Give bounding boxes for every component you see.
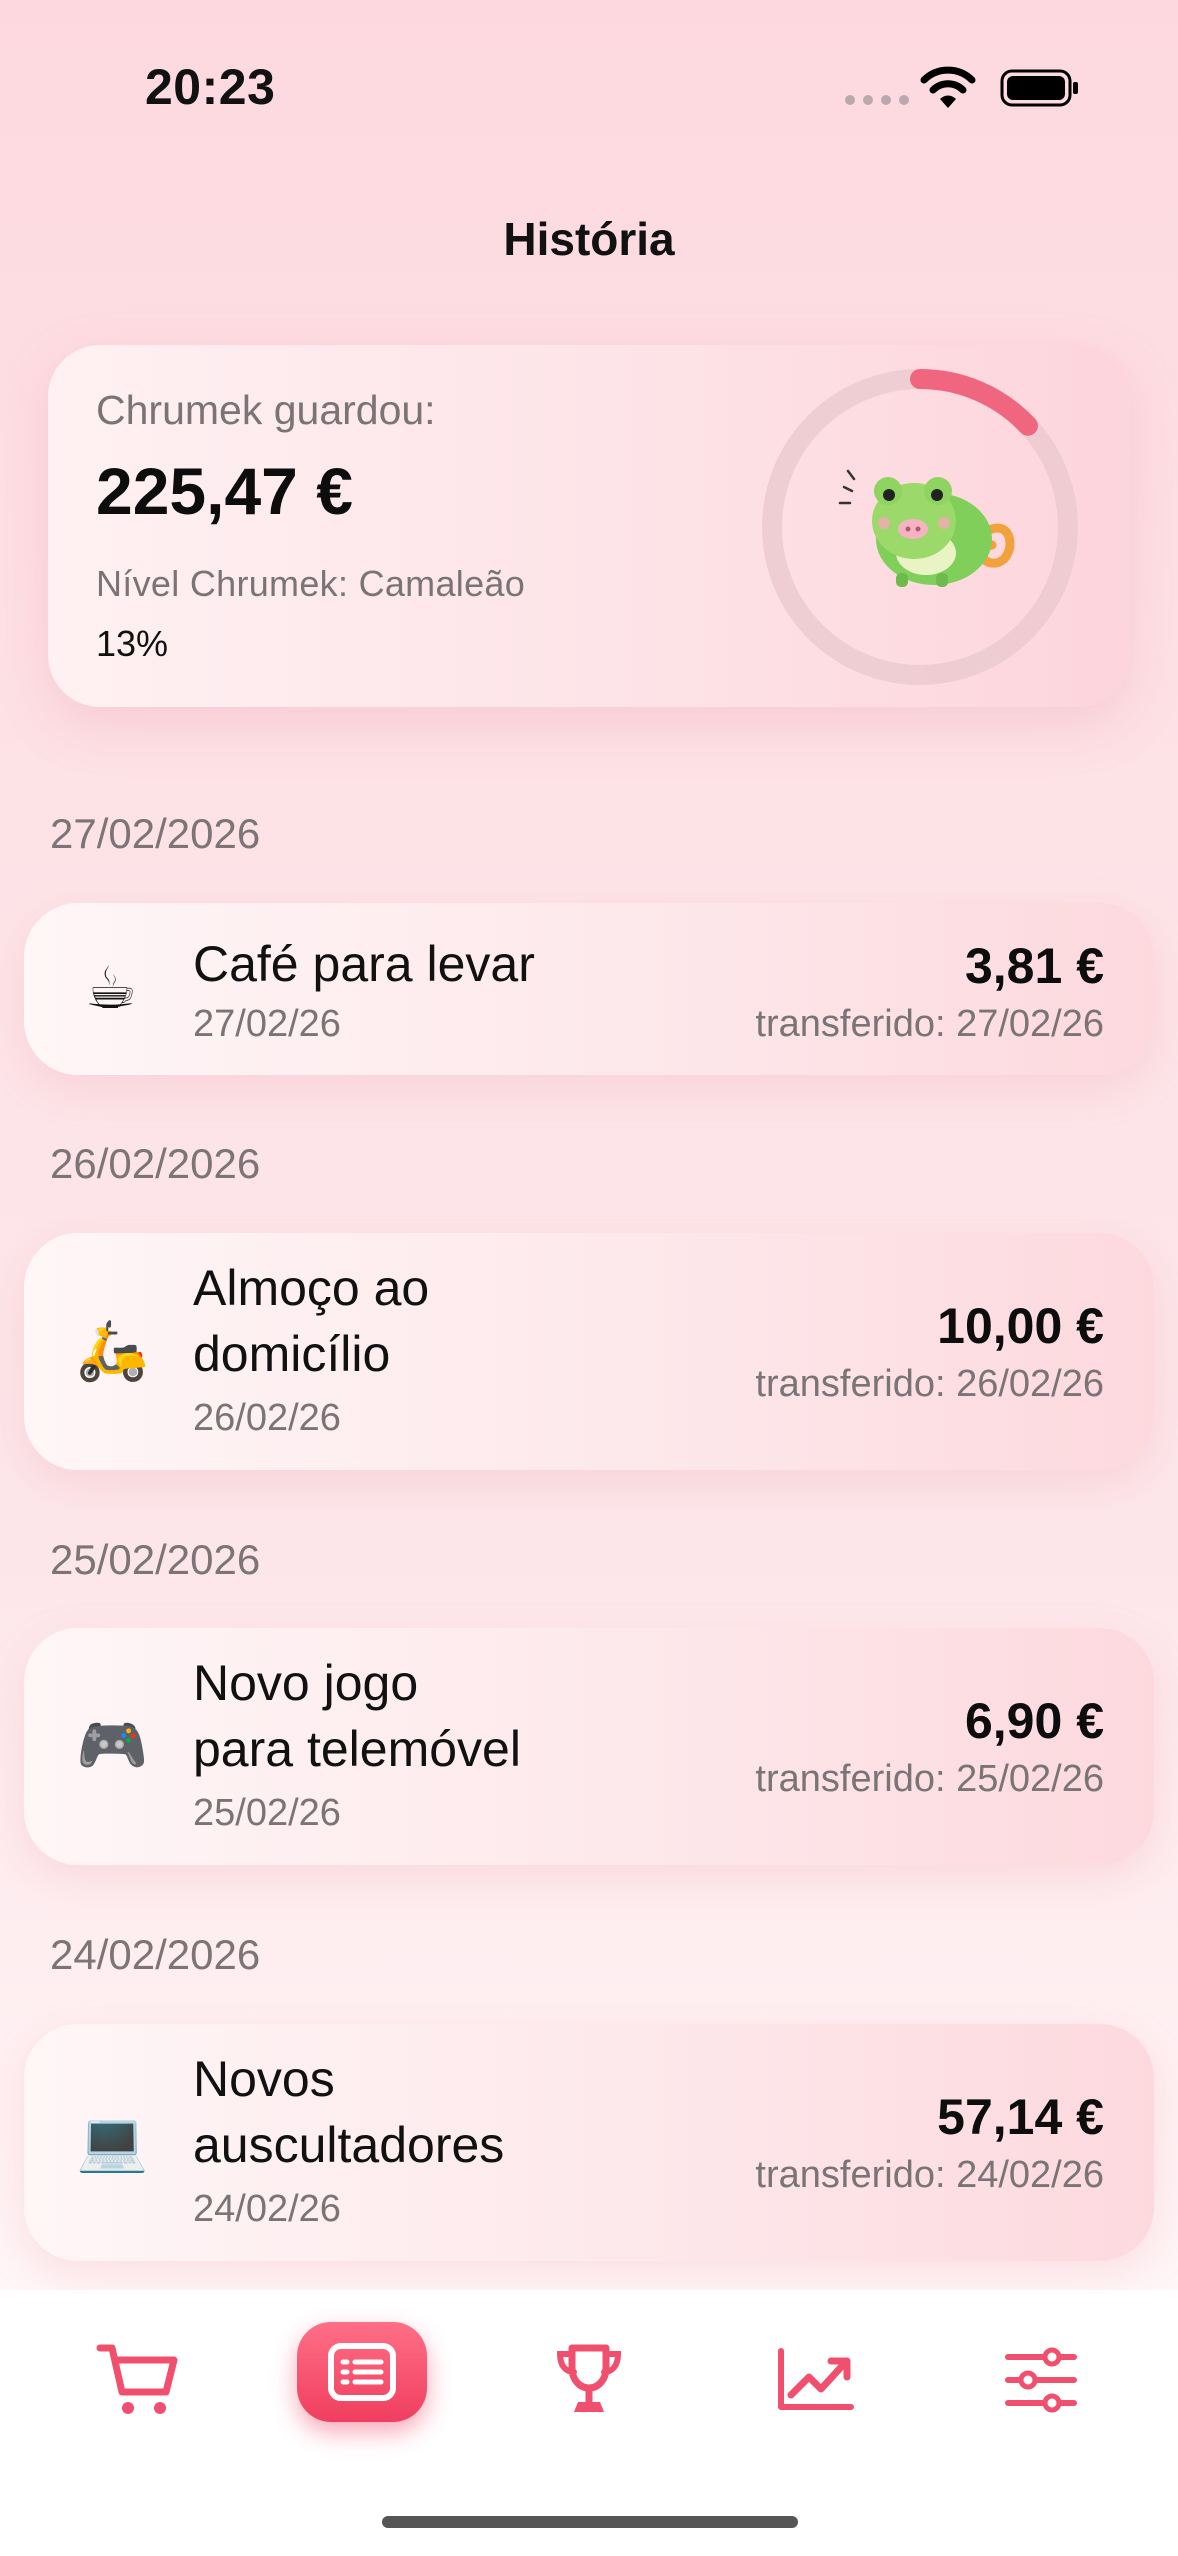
history-item[interactable]: ☕ Café para levar 27/02/26 3,81 € transf… bbox=[24, 903, 1154, 1075]
coffee-icon: ☕ bbox=[85, 956, 137, 1021]
item-amount: 10,00 € bbox=[937, 1298, 1104, 1354]
scooter-icon: 🛵 bbox=[76, 1318, 149, 1383]
history-item[interactable]: 🎮 Novo jogo para telemóvel 25/02/26 6,90 … bbox=[24, 1628, 1154, 1865]
gamepad-icon: 🎮 bbox=[76, 1713, 149, 1778]
cart-icon bbox=[96, 2344, 178, 2414]
history-list-icon bbox=[328, 2343, 396, 2401]
item-date: 24/02/26 bbox=[193, 2188, 341, 2230]
history-item[interactable]: 🛵 Almoço ao domicílio 26/02/26 10,00 € tr… bbox=[24, 1233, 1154, 1470]
tab-shop[interactable] bbox=[78, 2320, 198, 2440]
cellular-icon bbox=[845, 95, 909, 105]
status-bar: 20:23 bbox=[0, 0, 1178, 170]
tab-settings[interactable] bbox=[981, 2320, 1101, 2440]
item-transfer-date: transferido: 26/02/26 bbox=[755, 1363, 1104, 1405]
item-name: Novo jogo para telemóvel bbox=[193, 1655, 521, 1777]
item-date: 27/02/26 bbox=[193, 1003, 341, 1045]
chart-trend-icon bbox=[778, 2348, 854, 2410]
page-title: História bbox=[503, 213, 675, 265]
date-header: 25/02/2026 bbox=[50, 1536, 261, 1583]
date-header: 24/02/2026 bbox=[50, 1931, 261, 1978]
progress-percent: 13% bbox=[96, 623, 169, 664]
wifi-icon bbox=[920, 66, 976, 108]
item-transfer-date: transferido: 27/02/26 bbox=[755, 1003, 1104, 1045]
sliders-icon bbox=[1005, 2347, 1077, 2413]
item-amount: 57,14 € bbox=[937, 2089, 1104, 2145]
item-date: 26/02/26 bbox=[193, 1397, 341, 1439]
status-time: 20:23 bbox=[145, 59, 276, 115]
trophy-icon bbox=[556, 2344, 622, 2412]
item-name: Novos auscultadores bbox=[193, 2051, 505, 2173]
item-transfer-date: transferido: 25/02/26 bbox=[755, 1758, 1104, 1800]
item-name: Almoço ao domicílio bbox=[193, 1260, 430, 1382]
history-item[interactable]: 💻 Novos auscultadores 24/02/26 57,14 € tr… bbox=[24, 2024, 1154, 2261]
date-header: 27/02/2026 bbox=[50, 810, 261, 857]
savings-summary-card: Chrumek guardou: 225,47 € Nível Chrumek:… bbox=[48, 345, 1130, 707]
tab-achievements[interactable] bbox=[529, 2320, 649, 2440]
item-name: Café para levar bbox=[193, 936, 535, 992]
date-header: 26/02/2026 bbox=[50, 1140, 261, 1187]
tab-statistics[interactable] bbox=[755, 2320, 875, 2440]
saved-amount: 225,47 € bbox=[96, 454, 353, 528]
laptop-icon: 💻 bbox=[76, 2109, 149, 2174]
saved-label: Chrumek guardou: bbox=[96, 387, 436, 433]
item-amount: 6,90 € bbox=[964, 1693, 1104, 1749]
progress-ring bbox=[762, 369, 1078, 685]
level-label: Nível Chrumek: Camaleão bbox=[96, 563, 526, 604]
item-transfer-date: transferido: 24/02/26 bbox=[755, 2154, 1104, 2196]
battery-icon bbox=[1000, 69, 1078, 107]
home-indicator[interactable] bbox=[382, 2516, 798, 2528]
mascot-chameleon-icon bbox=[838, 469, 1015, 587]
item-date: 25/02/26 bbox=[193, 1792, 341, 1834]
item-amount: 3,81 € bbox=[964, 938, 1104, 994]
tab-history[interactable] bbox=[297, 2322, 427, 2422]
